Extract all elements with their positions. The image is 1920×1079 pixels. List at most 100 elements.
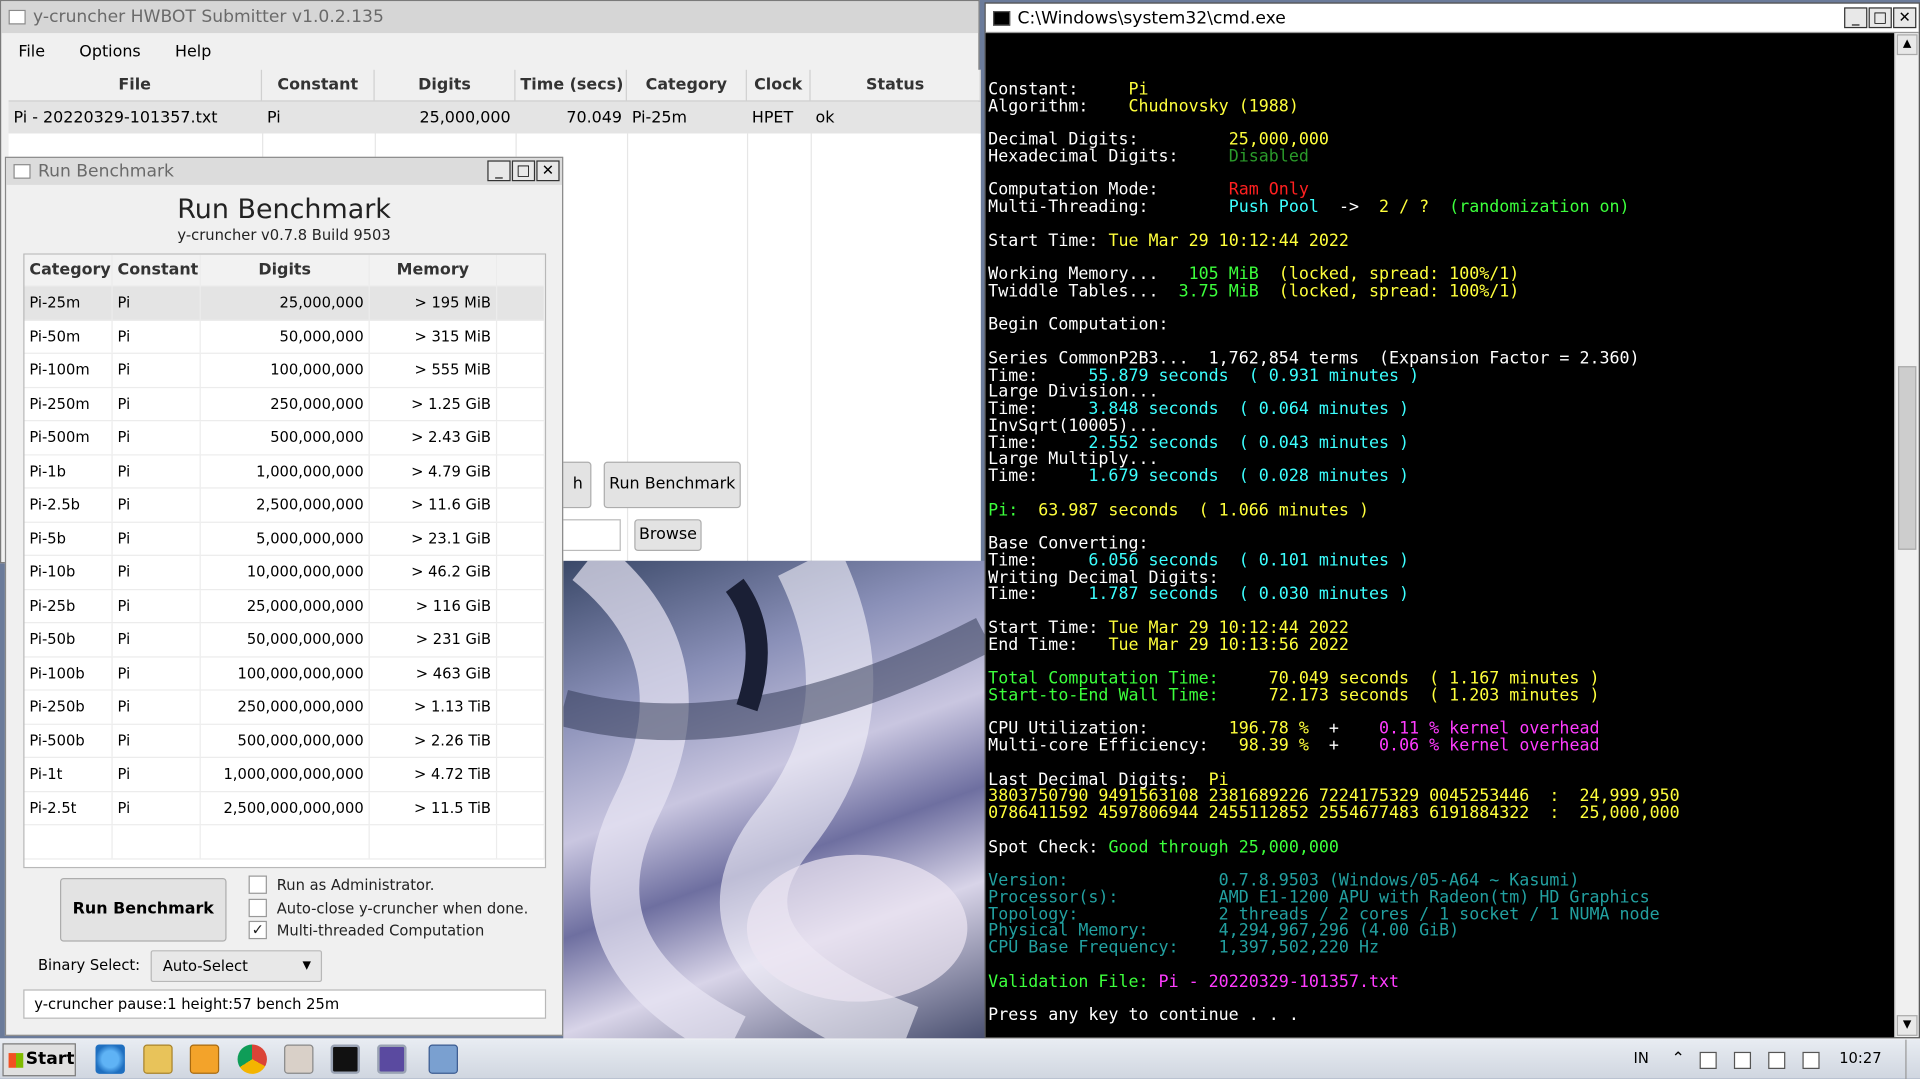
col-digits[interactable]: Digits — [375, 69, 516, 101]
col-time[interactable]: Time (secs) — [516, 69, 627, 101]
col-category[interactable]: Category — [24, 254, 113, 286]
console-line: 0786411592 4597806944 2455112852 2554677… — [988, 805, 1892, 823]
col-constant[interactable]: Constant — [262, 69, 375, 101]
minimize-button[interactable]: _ — [1844, 7, 1868, 29]
cell-digits: 25,000,000 — [419, 108, 511, 127]
col-digits[interactable]: Digits — [201, 254, 370, 286]
maximize-button[interactable]: □ — [511, 160, 536, 182]
console-text: -> — [1318, 197, 1380, 217]
action-center-icon[interactable] — [1699, 1051, 1717, 1069]
app-icon — [13, 164, 31, 179]
col-clock[interactable]: Clock — [747, 69, 811, 101]
submitter-run-benchmark-button[interactable]: Run Benchmark — [603, 461, 741, 509]
console-text: Multi-core Efficiency: — [988, 735, 1239, 756]
table-row[interactable]: Pi-250b Pi 250,000,000,000 > 1.13 TiB — [24, 690, 545, 725]
table-row[interactable]: Pi-1t Pi 1,000,000,000,000 > 4.72 TiB — [24, 757, 545, 792]
col-status[interactable]: Status — [811, 69, 981, 101]
table-row[interactable]: Pi-50m Pi 50,000,000 > 315 MiB — [24, 320, 545, 354]
console-text: 1.679 seconds ( 0.028 minutes ) — [1088, 466, 1410, 487]
menu-file[interactable]: File — [18, 42, 45, 60]
col-file[interactable]: File — [9, 69, 263, 101]
cell-category: Pi-1t — [24, 757, 113, 791]
cell-constant: Pi — [113, 555, 201, 589]
console-text: Multi-Threading: — [988, 197, 1229, 217]
multi-threaded-checkbox[interactable]: ✓ — [248, 920, 267, 940]
close-button[interactable]: ✕ — [1893, 7, 1917, 29]
run-as-admin-checkbox[interactable] — [248, 875, 267, 894]
cmd-icon[interactable] — [330, 1044, 361, 1074]
bench-title-bar[interactable]: Run Benchmark _ □ ✕ — [6, 157, 563, 185]
console-text: 98.39 % — [1238, 735, 1309, 756]
table-row[interactable]: Pi-10b Pi 10,000,000,000 > 46.2 GiB — [24, 555, 545, 590]
table-row[interactable]: Pi - 20220329-101357.txt Pi 25,000,000 7… — [8, 101, 981, 134]
console-line: CPU Base Frequency: 1,397,502,220 Hz — [988, 939, 1892, 957]
table-row[interactable]: Pi-100m Pi 100,000,000 > 555 MiB — [24, 353, 545, 388]
cell-constant: Pi — [113, 656, 201, 690]
menu-options[interactable]: Options — [79, 42, 140, 60]
language-indicator[interactable]: IN — [1633, 1049, 1648, 1066]
cell-category: Pi-25m — [631, 108, 688, 127]
col-category[interactable]: Category — [627, 69, 747, 101]
scroll-up-arrow-icon[interactable]: ▲ — [1896, 34, 1918, 56]
clock[interactable]: 10:27 — [1839, 1049, 1881, 1066]
cell-category: Pi-500m — [24, 421, 113, 454]
chrome-icon[interactable] — [237, 1044, 267, 1074]
start-button[interactable]: Start — [2, 1043, 76, 1077]
multi-threaded-option[interactable]: ✓ Multi-threaded Computation — [248, 920, 484, 940]
table-row[interactable]: Pi-1b Pi 1,000,000,000 > 4.79 GiB — [24, 454, 545, 489]
console-line: Pi: 63.987 seconds ( 1.066 minutes ) — [988, 502, 1892, 520]
table-row[interactable]: Pi-500m Pi 500,000,000 > 2.43 GiB — [24, 421, 545, 455]
console-scrollbar[interactable]: ▲ ▼ — [1894, 33, 1919, 1038]
binary-select-dropdown[interactable]: Auto-Select ▼ — [150, 950, 323, 983]
col-memory[interactable]: Memory — [370, 254, 498, 286]
console-line: Twiddle Tables... 3.75 MiB (locked, spre… — [988, 281, 1892, 301]
cell-digits: 50,000,000 — [201, 320, 370, 353]
cell-digits: 25,000,000 — [201, 286, 370, 319]
scroll-down-arrow-icon[interactable]: ▼ — [1896, 1015, 1918, 1036]
table-row[interactable]: Pi-2.5t Pi 2,500,000,000,000 > 11.5 TiB — [24, 791, 545, 826]
benchmark-icon[interactable] — [377, 1044, 407, 1074]
cell-constant: Pi — [113, 454, 201, 488]
table-row[interactable]: Pi-25b Pi 25,000,000,000 > 116 GiB — [24, 589, 545, 624]
console-text: Push Pool — [1228, 197, 1319, 217]
internet-explorer-icon[interactable] — [95, 1044, 125, 1074]
menu-help[interactable]: Help — [175, 42, 211, 60]
submitter-icon[interactable] — [428, 1044, 458, 1074]
network-icon[interactable] — [1768, 1051, 1786, 1069]
console-title-bar[interactable]: C:\Windows\system32\cmd.exe _ □ ✕ — [985, 3, 1919, 34]
file-explorer-icon[interactable] — [143, 1044, 173, 1074]
app-icon[interactable] — [284, 1044, 314, 1074]
table-row[interactable]: Pi-100b Pi 100,000,000,000 > 463 GiB — [24, 656, 545, 691]
cell-category: Pi-25m — [24, 286, 113, 319]
console-window: C:\Windows\system32\cmd.exe _ □ ✕ Consta… — [984, 2, 1920, 1039]
table-row[interactable]: Pi-5b Pi 5,000,000,000 > 23.1 GiB — [24, 522, 545, 556]
media-player-icon[interactable] — [189, 1044, 220, 1074]
close-button[interactable]: ✕ — [536, 160, 560, 182]
run-as-admin-option[interactable]: Run as Administrator. — [248, 875, 434, 894]
auto-close-checkbox[interactable] — [248, 898, 267, 918]
taskbar: Start IN ⌃ 10:27 — [0, 1038, 1920, 1079]
scrollbar-thumb[interactable] — [1897, 366, 1917, 550]
power-icon[interactable] — [1733, 1051, 1752, 1069]
auto-close-option[interactable]: Auto-close y-cruncher when done. — [248, 898, 528, 918]
arguments-input[interactable]: y-cruncher pause:1 height:57 bench 25m — [23, 989, 547, 1019]
cell-constant: Pi — [113, 724, 201, 757]
cell-category: Pi-50b — [24, 623, 113, 656]
show-hidden-icons-icon[interactable]: ⌃ — [1671, 1049, 1684, 1067]
show-desktop-button[interactable] — [1905, 1039, 1920, 1079]
cell-constant: Pi — [113, 791, 201, 825]
table-row[interactable]: Pi-50b Pi 50,000,000,000 > 231 GiB — [24, 623, 545, 657]
col-constant[interactable]: Constant — [113, 254, 201, 286]
browse-button[interactable]: Browse — [634, 519, 702, 552]
console-text: Press any key to continue . . . — [988, 1005, 1299, 1025]
maximize-button[interactable]: □ — [1868, 7, 1892, 29]
submitter-title-bar[interactable]: y-cruncher HWBOT Submitter v1.0.2.135 — [1, 1, 979, 34]
table-row[interactable]: Pi-500b Pi 500,000,000,000 > 2.26 TiB — [24, 724, 545, 758]
table-row[interactable]: Pi-2.5b Pi 2,500,000,000 > 11.6 GiB — [24, 488, 545, 523]
table-row[interactable]: Pi-25m Pi 25,000,000 > 195 MiB — [24, 286, 545, 321]
run-benchmark-button[interactable]: Run Benchmark — [60, 877, 227, 942]
console-text: Twiddle Tables... — [988, 281, 1179, 301]
table-row[interactable]: Pi-250m Pi 250,000,000 > 1.25 GiB — [24, 387, 545, 422]
minimize-button[interactable]: _ — [487, 160, 511, 182]
volume-icon[interactable] — [1802, 1051, 1820, 1069]
